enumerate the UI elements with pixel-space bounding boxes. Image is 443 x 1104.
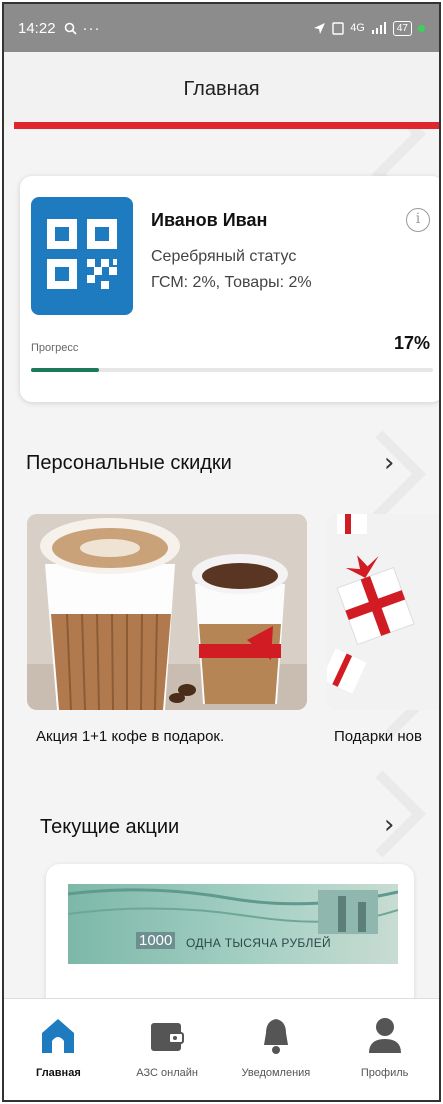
battery-icon: 47 <box>392 20 412 36</box>
tab-label: АЗС онлайн <box>136 1067 198 1079</box>
progress-percent: 17% <box>393 333 430 353</box>
tab-label: Главная <box>36 1067 81 1079</box>
info-icon[interactable]: i <box>406 208 430 232</box>
location-arrow-icon <box>314 22 326 34</box>
loyalty-status: Серебряный статус <box>151 248 297 265</box>
wallet-icon <box>145 1013 189 1057</box>
tab-profile[interactable]: Профиль <box>330 999 439 1100</box>
promo-card-gifts[interactable] <box>327 514 439 710</box>
tab-label: Профиль <box>360 1067 409 1079</box>
chevron-right-icon[interactable]: › <box>384 810 394 840</box>
tab-azs-online[interactable]: АЗС онлайн <box>113 999 222 1100</box>
progress-label: Прогресс <box>31 342 79 354</box>
gift-boxes-image <box>327 514 439 710</box>
user-name: Иванов Иван <box>151 210 268 230</box>
discount-rates: ГСМ: 2%, Товары: 2% <box>151 274 312 291</box>
active-dot-icon <box>418 24 425 32</box>
page-header: Главная <box>4 52 439 126</box>
signal-icon <box>371 22 386 34</box>
page-title: Главная <box>183 77 260 100</box>
network-type: 4G <box>350 22 365 34</box>
banknote-denomination: 1000 <box>136 932 176 949</box>
status-time: 14:22 <box>18 19 56 37</box>
promo-caption-coffee: Акция 1+1 кофе в подарок. <box>36 728 225 745</box>
banknote-image: 1000 ОДНА ТЫСЯЧА РУБЛЕЙ <box>68 884 398 964</box>
more-notifications-icon: ··· <box>82 19 101 37</box>
promo-caption-gifts: Подарки нов <box>334 728 422 745</box>
chevron-right-icon[interactable]: › <box>384 448 394 478</box>
header-accent-line <box>14 122 439 129</box>
sim-icon <box>332 21 344 35</box>
tab-home[interactable]: Главная <box>4 999 113 1100</box>
home-icon <box>36 1013 80 1057</box>
profile-icon <box>363 1013 407 1057</box>
search-icon <box>64 22 77 35</box>
promo-card-coffee[interactable] <box>27 514 307 710</box>
qr-code-icon[interactable] <box>31 197 133 315</box>
tab-notifications[interactable]: Уведомления <box>222 999 331 1100</box>
bottom-tab-bar: Главная АЗС онлайн Уведомления Профиль <box>4 998 439 1100</box>
status-bar: 14:22 ··· 4G 47 <box>4 4 439 52</box>
app-screen: 14:22 ··· 4G 47 Главная Иванов Иван Сере… <box>2 2 441 1102</box>
banknote-words: ОДНА ТЫСЯЧА РУБЛЕЙ <box>186 936 331 950</box>
progress-bar <box>31 368 433 372</box>
progress-fill <box>31 368 100 372</box>
status-indicators: 4G 47 <box>313 20 425 36</box>
section-title-current-promos: Текущие акции <box>40 816 180 838</box>
coffee-cups-image <box>27 514 307 710</box>
loyalty-card[interactable]: Иванов Иван Серебряный статус ГСМ: 2%, Т… <box>20 176 439 402</box>
bell-icon <box>254 1013 298 1057</box>
tab-label: Уведомления <box>241 1067 311 1079</box>
section-title-personal-discounts: Персональные скидки <box>26 452 232 474</box>
